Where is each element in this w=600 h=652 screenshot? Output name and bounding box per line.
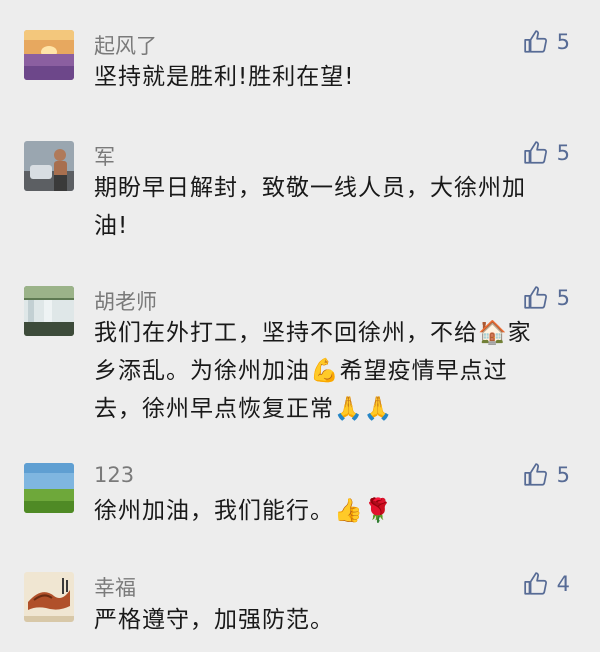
- avatar-image: [24, 572, 74, 622]
- thumbs-up-icon: [523, 286, 547, 309]
- avatar[interactable]: [24, 286, 74, 336]
- avatar-image: [24, 463, 74, 513]
- comment-line: 坚持就是胜利!胜利在望!: [94, 64, 355, 90]
- comment-line: 去，徐州早点恢复正常🙏🙏: [94, 396, 394, 422]
- like-count: 5: [556, 30, 570, 54]
- comment-text: 严格遵守，加强防范。: [94, 601, 574, 639]
- comment-text: 坚持就是胜利!胜利在望!: [94, 58, 574, 96]
- comment-line: 我们在外打工，坚持不回徐州，不给🏠家: [94, 320, 532, 346]
- thumbs-up-icon: [523, 572, 547, 595]
- comment-line: 严格遵守，加强防范。: [94, 607, 334, 633]
- comment-line: 期盼早日解封，致敬一线人员，大徐州加: [94, 175, 526, 201]
- comment-line: 乡添乱。为徐州加油💪希望疫情早点过: [94, 358, 508, 384]
- commenter-name[interactable]: 军: [94, 141, 115, 171]
- like-button[interactable]: 5: [523, 139, 570, 167]
- commenter-name[interactable]: 123: [94, 463, 134, 487]
- thumbs-up-icon: [523, 463, 547, 486]
- like-count: 5: [556, 286, 570, 310]
- comment-line: 徐州加油，我们能行。👍🌹: [94, 498, 394, 524]
- like-count: 5: [556, 463, 570, 487]
- like-count: 4: [556, 572, 570, 596]
- avatar-image: [24, 141, 74, 191]
- comment-text: 徐州加油，我们能行。👍🌹: [94, 492, 574, 530]
- thumbs-up-icon: [523, 30, 547, 53]
- like-count: 5: [556, 141, 570, 165]
- avatar-image: [24, 30, 74, 80]
- avatar-image: [24, 286, 74, 336]
- comment-text: 期盼早日解封，致敬一线人员，大徐州加 油!: [94, 169, 574, 245]
- commenter-name[interactable]: 起风了: [94, 30, 157, 60]
- like-button[interactable]: 4: [523, 570, 570, 598]
- avatar[interactable]: [24, 463, 74, 513]
- avatar[interactable]: [24, 141, 74, 191]
- thumbs-up-icon: [523, 141, 547, 164]
- commenter-name[interactable]: 幸福: [94, 572, 136, 602]
- comment-text: 我们在外打工，坚持不回徐州，不给🏠家 乡添乱。为徐州加油💪希望疫情早点过 去，徐…: [94, 314, 574, 428]
- comment-line: 油!: [94, 213, 129, 239]
- avatar[interactable]: [24, 572, 74, 622]
- commenter-name[interactable]: 胡老师: [94, 286, 157, 316]
- like-button[interactable]: 5: [523, 461, 570, 489]
- avatar[interactable]: [24, 30, 74, 80]
- like-button[interactable]: 5: [523, 284, 570, 312]
- like-button[interactable]: 5: [523, 28, 570, 56]
